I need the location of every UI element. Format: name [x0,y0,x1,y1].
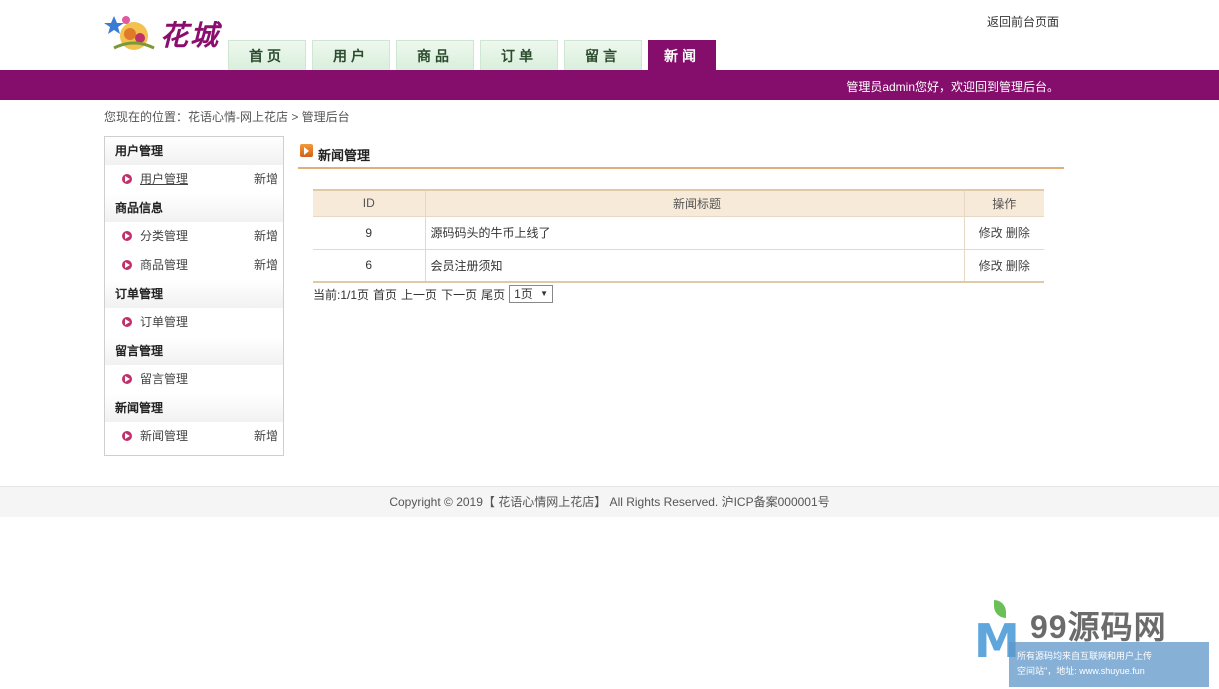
watermark-line: 空间站"，地址: www.shuyue.fun [1017,666,1145,676]
sidebar-group-title: 用户管理 [105,137,283,165]
delete-link[interactable]: 删除 [1006,226,1030,240]
table-row: 6 会员注册须知 修改 删除 [313,249,1044,283]
add-user-link[interactable]: 新增 [254,165,278,194]
sidebar: 用户管理 用户管理 新增 商品信息 分类管理 新增 商品管理 新增 订单管理 订… [104,136,284,456]
page-title: 新闻管理 [318,148,371,163]
watermark-box: 所有源码均来自互联网和用户上传 空间站"，地址: www.shuyue.fun [1009,642,1209,687]
edit-link[interactable]: 修改 [979,226,1003,240]
logo[interactable]: 花城 [104,8,224,56]
bullet-icon [122,374,132,384]
first-page-link[interactable]: 首页 [373,286,397,303]
add-category-link[interactable]: 新增 [254,222,278,251]
edit-link[interactable]: 修改 [979,259,1003,273]
flower-logo-icon [104,16,155,50]
footer: Copyright © 2019【 花语心情网上花店】 All Rights R… [0,486,1219,517]
sidebar-group-title: 新闻管理 [105,394,283,422]
bullet-icon [122,231,132,241]
add-product-link[interactable]: 新增 [254,251,278,280]
last-page-link[interactable]: 尾页 [481,286,505,303]
add-news-link[interactable]: 新增 [254,422,278,451]
sidebar-item-label[interactable]: 留言管理 [140,372,188,386]
cell-operations: 修改 删除 [963,249,1044,283]
prev-page-link[interactable]: 上一页 [401,286,437,303]
sidebar-item-user-manage[interactable]: 用户管理 新增 [105,165,283,194]
cell-id: 6 [313,249,425,283]
page-select[interactable]: 1页 [509,285,554,303]
cell-title: 会员注册须知 [424,249,964,283]
watermark-line: 所有源码均来自互联网和用户上传 [1017,651,1153,661]
header: 花城 返回前台页面 首页 用户 商品 订单 留言 新闻 [0,0,1219,70]
top-bar: 管理员admin您好，欢迎回到管理后台。 [0,70,1219,100]
sidebar-group-title: 商品信息 [105,194,283,222]
column-header-op: 操作 [963,189,1044,217]
breadcrumb: 您现在的位置：花语心情-网上花店 > 管理后台 [104,110,350,124]
main-nav: 首页 用户 商品 订单 留言 新闻 [228,40,722,70]
table-row: 9 源码码头的牛币上线了 修改 删除 [313,216,1044,250]
logo-text: 花城 [160,19,221,52]
pagination: 当前:1/1页 首页 上一页 下一页 尾页 1页 [313,285,554,303]
sidebar-item-label[interactable]: 新闻管理 [140,429,188,443]
sidebar-group-title: 留言管理 [105,337,283,365]
sidebar-item-category-manage[interactable]: 分类管理 新增 [105,222,283,251]
page-status: 当前:1/1页 [313,287,370,302]
sidebar-item-message-manage[interactable]: 留言管理 [105,365,283,394]
column-header-title: 新闻标题 [424,189,964,217]
column-header-id: ID [313,189,425,217]
sidebar-item-label[interactable]: 订单管理 [140,315,188,329]
bullet-icon [122,174,132,184]
sidebar-item-label[interactable]: 商品管理 [140,258,188,272]
tab-products[interactable]: 商品 [396,40,474,70]
tab-orders[interactable]: 订单 [480,40,558,70]
bullet-icon [122,431,132,441]
sidebar-item-order-manage[interactable]: 订单管理 [105,308,283,337]
tab-users[interactable]: 用户 [312,40,390,70]
next-page-link[interactable]: 下一页 [441,286,477,303]
back-to-frontend-link[interactable]: 返回前台页面 [987,13,1059,30]
news-table: ID 新闻标题 操作 9 源码码头的牛币上线了 修改 删除 6 会员注册须知 修… [313,189,1044,283]
cell-id: 9 [313,216,425,250]
arrow-right-icon [300,144,313,157]
sidebar-item-label[interactable]: 分类管理 [140,229,188,243]
watermark: M 99源码网 所有源码均来自互联网和用户上传 空间站"，地址: www.shu… [972,600,1212,689]
tab-home[interactable]: 首页 [228,40,306,70]
cell-title: 源码码头的牛币上线了 [424,216,964,250]
welcome-text: 管理员admin您好，欢迎回到管理后台。 [846,80,1059,94]
delete-link[interactable]: 删除 [1006,259,1030,273]
bullet-icon [122,317,132,327]
sidebar-group-title: 订单管理 [105,280,283,308]
sidebar-item-news-manage[interactable]: 新闻管理 新增 [105,422,283,451]
cell-operations: 修改 删除 [963,216,1044,250]
bullet-icon [122,260,132,270]
table-header-row: ID 新闻标题 操作 [313,189,1044,217]
tab-messages[interactable]: 留言 [564,40,642,70]
sidebar-item-label[interactable]: 用户管理 [140,172,188,186]
section-header: 新闻管理 [298,143,1064,169]
tab-news[interactable]: 新闻 [648,40,716,70]
sidebar-item-product-manage[interactable]: 商品管理 新增 [105,251,283,280]
